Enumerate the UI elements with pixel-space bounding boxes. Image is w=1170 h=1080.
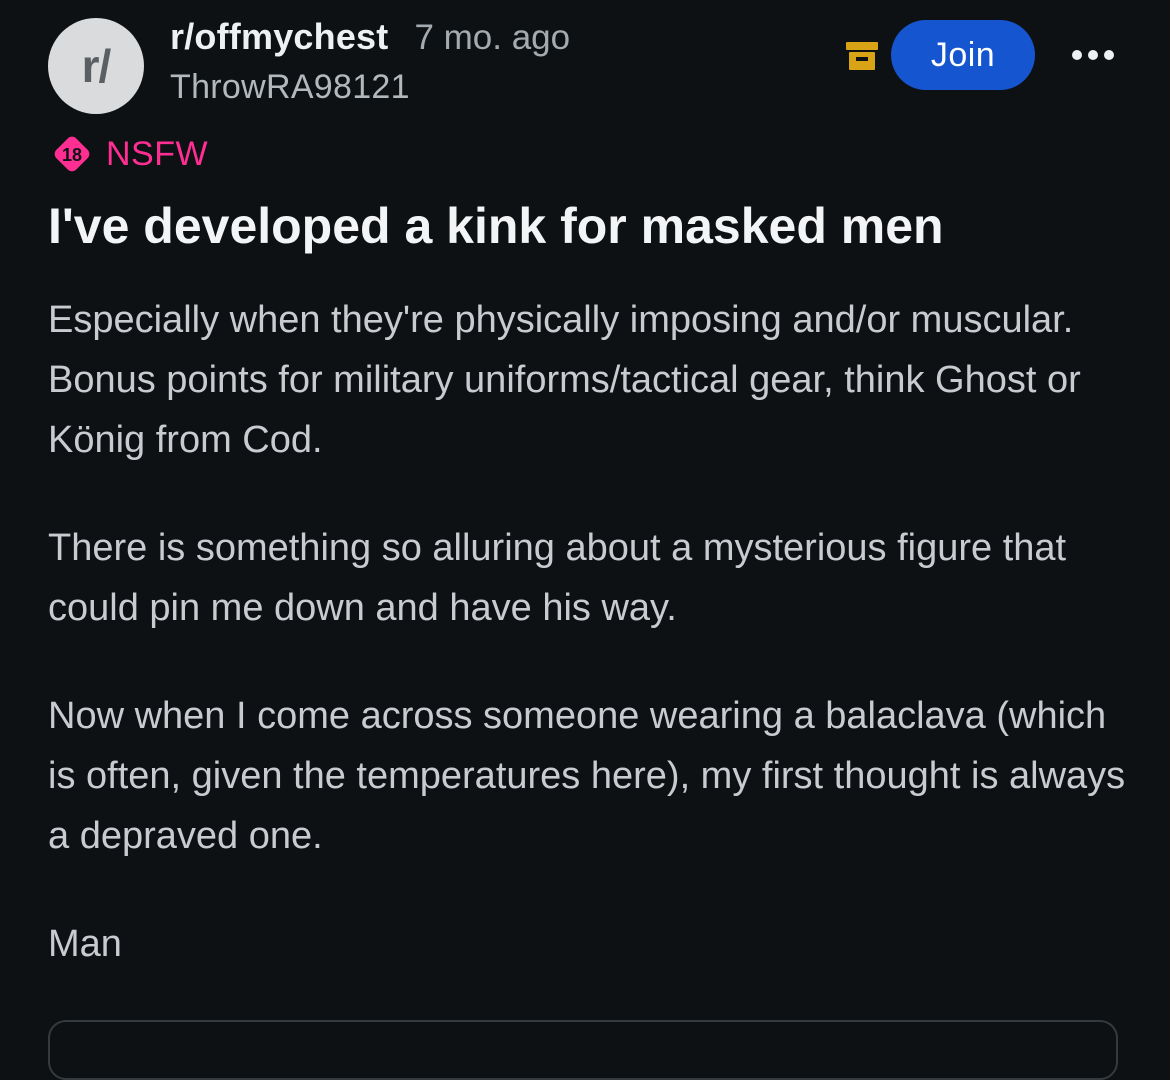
post-meta: r/offmychest 7 mo. ago ThrowRA98121	[170, 16, 570, 107]
author-link[interactable]: ThrowRA98121	[170, 68, 570, 107]
post-title: I've developed a kink for masked men	[48, 198, 944, 254]
join-button[interactable]: Join	[891, 20, 1035, 90]
nsfw-badge-text: 18	[62, 145, 82, 165]
subreddit-avatar[interactable]: r/	[48, 18, 144, 114]
post-age: 7 mo. ago	[414, 18, 571, 57]
avatar-text: r/	[81, 40, 112, 92]
post-header: r/ r/offmychest 7 mo. ago ThrowRA98121 J…	[48, 8, 1124, 114]
archive-icon-graphic	[846, 42, 878, 70]
post-paragraph: There is something so alluring about a m…	[48, 527, 1067, 629]
nsfw-badge-graphic: 18	[54, 136, 90, 172]
post-paragraph: Now when I come across someone wearing a…	[48, 695, 1126, 857]
more-dot	[1072, 50, 1082, 60]
more-dot	[1088, 50, 1098, 60]
more-options-icon[interactable]	[1072, 48, 1120, 62]
archive-icon	[844, 38, 880, 74]
nsfw-label: NSFW	[106, 134, 209, 173]
post-paragraph: Especially when they're physically impos…	[48, 299, 1081, 461]
nsfw-row: 18 NSFW	[48, 130, 208, 178]
subreddit-line: r/offmychest 7 mo. ago	[170, 16, 570, 58]
post-body: Especially when they're physically impos…	[48, 290, 1128, 1022]
nsfw-badge-icon: 18	[48, 130, 96, 178]
more-dot	[1104, 50, 1114, 60]
subreddit-link[interactable]: r/offmychest	[170, 16, 388, 58]
post-paragraph: Man	[48, 923, 122, 965]
comment-box[interactable]	[48, 1020, 1118, 1080]
